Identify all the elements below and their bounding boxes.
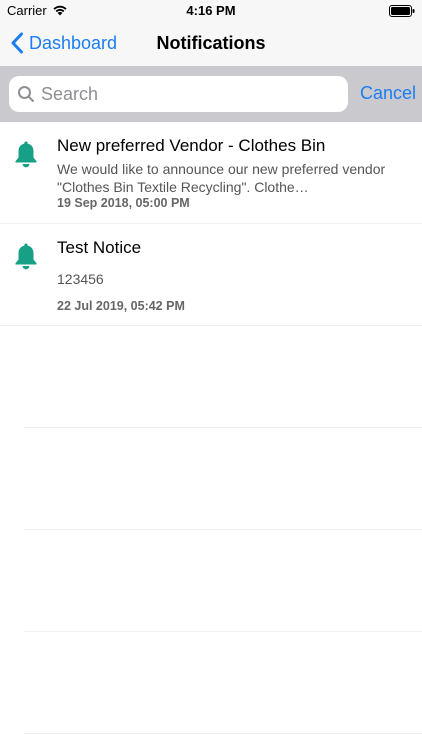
notification-item[interactable]: Test Notice 123456 22 Jul 2019, 05:42 PM (0, 224, 422, 326)
empty-row-divider (24, 530, 422, 632)
empty-list-area (0, 326, 422, 734)
notification-body: We would like to announce our new prefer… (57, 161, 386, 195)
notification-date: 19 Sep 2018, 05:00 PM (57, 196, 190, 210)
bell-icon (15, 243, 37, 270)
empty-row-divider (24, 428, 422, 530)
navigation-bar: Dashboard Notifications (0, 22, 422, 66)
status-time: 4:16 PM (186, 3, 236, 18)
search-input[interactable] (41, 83, 321, 105)
battery-icon (389, 5, 415, 17)
search-field[interactable] (9, 76, 348, 112)
notification-title: New preferred Vendor - Clothes Bin (57, 136, 326, 155)
notification-title: Test Notice (57, 238, 142, 257)
status-bar: Carrier 4:16 PM (0, 0, 422, 22)
page-title: Notifications (156, 33, 266, 53)
search-icon (18, 86, 34, 102)
notification-date: 22 Jul 2019, 05:42 PM (57, 299, 185, 313)
notification-item[interactable]: New preferred Vendor - Clothes Bin We wo… (0, 122, 422, 224)
empty-row-divider (24, 326, 422, 428)
empty-row-divider (24, 632, 422, 734)
bell-icon (15, 141, 37, 168)
notification-list: New preferred Vendor - Clothes Bin We wo… (0, 122, 422, 326)
cancel-button[interactable]: Cancel (360, 83, 416, 104)
notification-body: 123456 (57, 271, 104, 287)
search-bar: Cancel (0, 66, 422, 122)
